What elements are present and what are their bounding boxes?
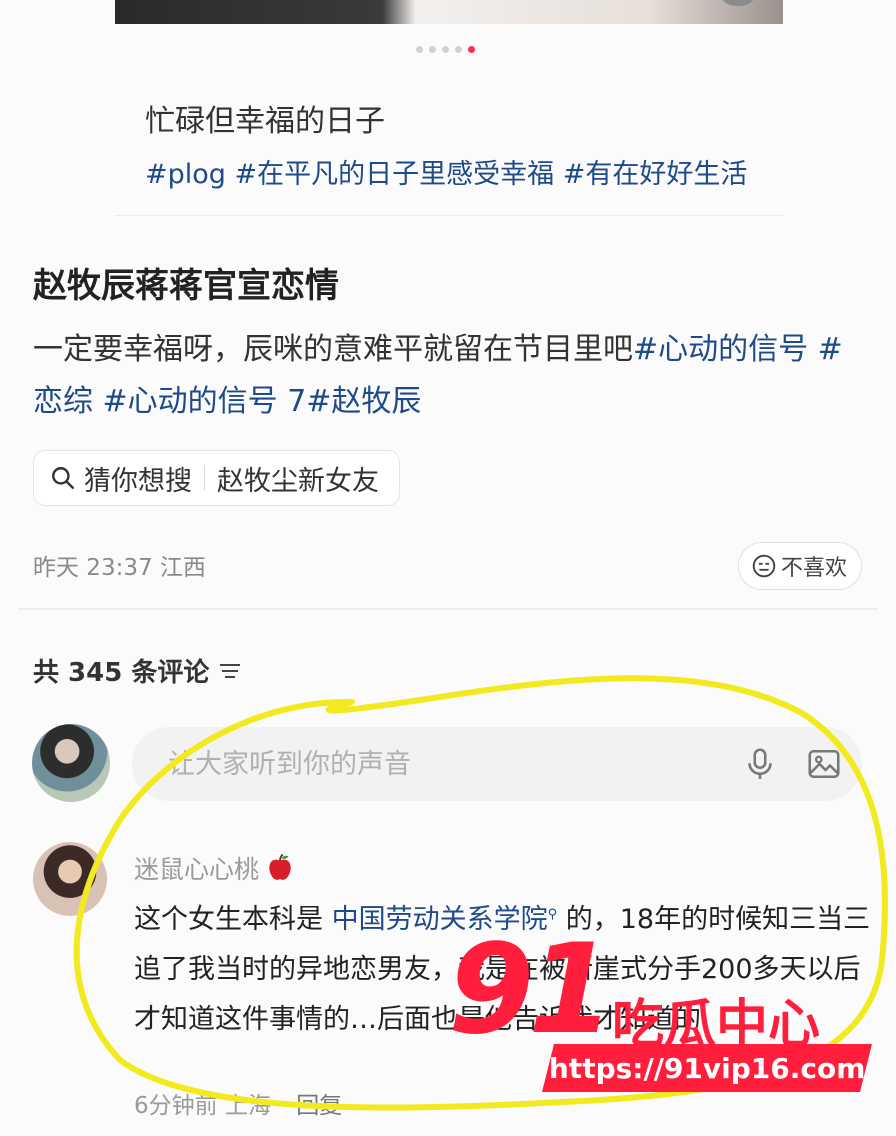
section-divider — [18, 608, 878, 610]
post-location: 江西 — [159, 555, 206, 581]
previous-post-title: 忙碌但幸福的日子 — [145, 104, 385, 139]
microphone-icon[interactable] — [742, 746, 778, 782]
post-title: 赵牧辰蒋蒋官宣恋情 — [33, 266, 339, 306]
watermark-number: 91 — [448, 918, 615, 1062]
watermark-url: https://91vip16.com — [542, 1044, 872, 1092]
guess-label: 猜你想搜 — [84, 465, 192, 497]
comment-input-bar[interactable] — [132, 727, 862, 801]
comment-text-before: 这个女生本科是 — [134, 904, 332, 935]
comment-input[interactable] — [166, 747, 714, 781]
previous-post-photo[interactable] — [115, 0, 783, 24]
comment-location: 上海 — [224, 1093, 271, 1119]
carousel-dot-active — [468, 45, 475, 53]
current-user-avatar[interactable] — [32, 724, 110, 802]
post-body-text: 一定要幸福呀，辰咪的意难平就留在节目里吧 — [33, 332, 633, 367]
comment-time: 6分钟前 — [134, 1093, 218, 1119]
dislike-label: 不喜欢 — [781, 556, 848, 581]
comment-username[interactable]: 迷鼠心心桃 — [134, 850, 297, 886]
guess-query[interactable]: 赵牧尘新女友 — [217, 459, 379, 498]
frown-face-icon — [752, 554, 776, 578]
carousel-dot — [416, 45, 423, 53]
carousel-dot — [455, 45, 462, 53]
watermark-url-text: https://91vip16.com — [548, 1051, 866, 1085]
sort-filter-icon[interactable] — [217, 660, 243, 682]
reply-button[interactable]: 回复 — [296, 1093, 342, 1119]
image-icon[interactable] — [806, 746, 842, 782]
post-meta: 昨天 23:37 江西 — [33, 548, 206, 582]
comment-username-text[interactable]: 迷鼠心心桃 — [134, 850, 259, 886]
carousel-dot — [442, 45, 449, 53]
divider — [115, 215, 783, 216]
comment-count-text: 共 345 条评论 — [33, 658, 210, 688]
post-body: 一定要幸福呀，辰咪的意难平就留在节目里吧#心动的信号 #恋综 #心动的信号 7#… — [33, 324, 863, 428]
carousel-indicator — [416, 44, 475, 54]
previous-post-tags[interactable]: #plog #在平凡的日子里感受幸福 #有在好好生活 — [145, 152, 747, 191]
apple-emoji-icon — [269, 853, 291, 880]
comment-count: 共 345 条评论 — [33, 652, 243, 689]
guess-search-chip[interactable]: 猜你想搜 赵牧尘新女友 — [33, 450, 400, 506]
chip-divider — [204, 465, 205, 491]
commenter-avatar[interactable] — [33, 842, 107, 916]
comment-meta: 6分钟前 上海 回复 — [134, 1086, 342, 1120]
post-time: 昨天 23:37 — [33, 555, 153, 581]
dislike-button[interactable]: 不喜欢 — [738, 542, 863, 590]
carousel-dot — [429, 45, 436, 53]
search-icon — [52, 467, 74, 489]
